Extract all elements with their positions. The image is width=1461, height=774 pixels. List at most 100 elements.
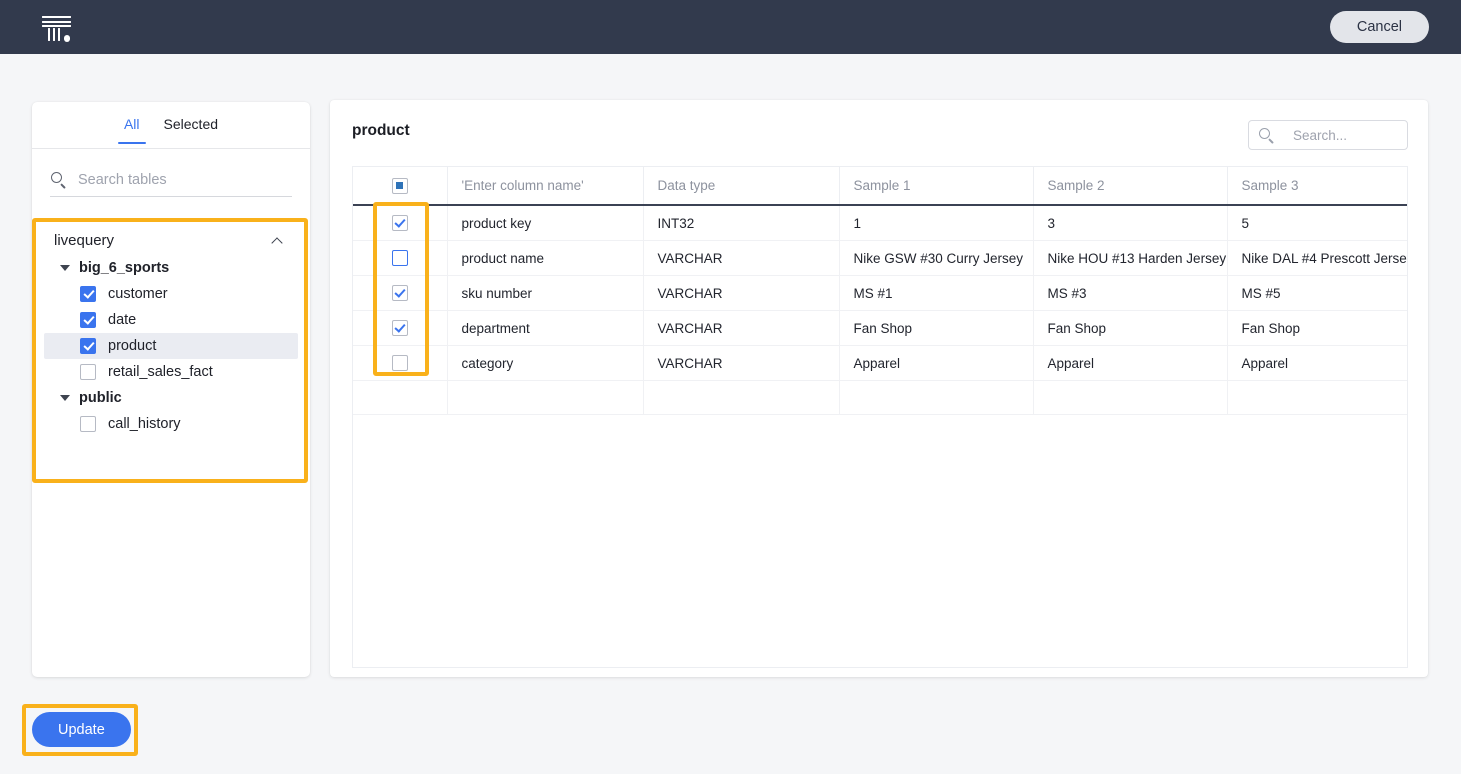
schema-label: public [79, 390, 122, 406]
table-item-customer[interactable]: customer [44, 281, 298, 307]
search-tables-row[interactable]: Search tables [50, 163, 292, 197]
table-checkbox-product[interactable] [80, 338, 96, 354]
table-label: call_history [108, 416, 181, 432]
table-row[interactable]: product key INT32 1 3 5 [353, 205, 1407, 241]
panel-tabs: All Selected [32, 102, 310, 149]
row-checkbox[interactable] [391, 215, 408, 231]
caret-down-icon [60, 395, 70, 401]
cell-sample3: Apparel [1227, 345, 1407, 381]
table-row[interactable]: category VARCHAR Apparel Apparel Apparel [353, 345, 1407, 381]
table-item-retail-sales-fact[interactable]: retail_sales_fact [44, 359, 298, 385]
empty-cell [1033, 380, 1228, 415]
cell-sample2: Fan Shop [1033, 310, 1228, 346]
cell-data-type: VARCHAR [643, 310, 840, 346]
search-tables-input[interactable]: Search tables [78, 172, 167, 188]
grid-header-row: 'Enter column name' Data type Sample 1 S… [353, 166, 1407, 206]
cell-column-name: category [447, 345, 644, 381]
row-select-cell[interactable] [353, 205, 448, 241]
table-checkbox-call-history[interactable] [80, 416, 96, 432]
tree-root-livequery[interactable]: livequery [44, 226, 298, 255]
cell-column-name: sku number [447, 275, 644, 311]
table-row[interactable]: product name VARCHAR Nike GSW #30 Curry … [353, 240, 1407, 276]
cell-sample1: Apparel [839, 345, 1034, 381]
cell-sample1: MS #1 [839, 275, 1034, 311]
app-root: Cancel All Selected Search tables livequ… [0, 0, 1461, 774]
schema-label: big_6_sports [79, 260, 170, 276]
caret-down-icon [60, 265, 70, 271]
cell-column-name: product name [447, 240, 644, 276]
column-selector-panel: product Search... 'Enter column name' Da… [330, 100, 1428, 677]
row-select-cell[interactable] [353, 310, 448, 346]
empty-cell [839, 380, 1034, 415]
table-checkbox-customer[interactable] [80, 286, 96, 302]
row-select-cell[interactable] [353, 345, 448, 381]
cancel-button[interactable]: Cancel [1329, 11, 1429, 43]
columns-grid: 'Enter column name' Data type Sample 1 S… [353, 166, 1407, 415]
table-label: retail_sales_fact [108, 364, 213, 380]
cell-sample3: MS #5 [1227, 275, 1407, 311]
cell-sample1: 1 [839, 205, 1034, 241]
table-label: date [108, 312, 137, 328]
cell-sample3: Fan Shop [1227, 310, 1407, 346]
search-icon [1258, 127, 1275, 144]
search-icon [50, 171, 67, 189]
cell-sample1: Nike GSW #30 Curry Jersey [839, 240, 1034, 276]
cell-column-name: product key [447, 205, 644, 241]
column-header-sample3[interactable]: Sample 3 [1227, 166, 1407, 206]
database-tree: livequery big_6_sports customer date pro… [44, 226, 298, 437]
select-all-header[interactable] [353, 166, 448, 206]
tables-panel: All Selected Search tables livequery big… [32, 102, 310, 677]
column-header-datatype[interactable]: Data type [643, 166, 840, 206]
cell-sample2: Nike HOU #13 Harden Jersey [1033, 240, 1228, 276]
empty-cell [447, 380, 644, 415]
schema-big-6-sports[interactable]: big_6_sports [44, 255, 298, 281]
cell-column-name: department [447, 310, 644, 346]
table-item-date[interactable]: date [44, 307, 298, 333]
column-header-sample1[interactable]: Sample 1 [839, 166, 1034, 206]
table-row-empty [353, 380, 1407, 415]
column-header-sample2[interactable]: Sample 2 [1033, 166, 1228, 206]
tab-selected[interactable]: Selected [152, 102, 230, 144]
cell-data-type: VARCHAR [643, 345, 840, 381]
empty-cell [643, 380, 840, 415]
row-checkbox[interactable] [391, 250, 408, 266]
column-header-name[interactable]: 'Enter column name' [447, 166, 644, 206]
top-bar: Cancel [0, 0, 1461, 54]
table-label: customer [108, 286, 168, 302]
cell-sample2: 3 [1033, 205, 1228, 241]
cell-sample3: Nike DAL #4 Prescott Jersey [1227, 240, 1407, 276]
table-label: product [108, 338, 157, 354]
schema-public[interactable]: public [44, 385, 298, 411]
row-select-cell[interactable] [353, 240, 448, 276]
row-checkbox[interactable] [391, 320, 408, 336]
tab-all[interactable]: All [112, 102, 152, 144]
cell-sample2: Apparel [1033, 345, 1228, 381]
cell-sample1: Fan Shop [839, 310, 1034, 346]
row-checkbox[interactable] [391, 285, 408, 301]
cell-data-type: INT32 [643, 205, 840, 241]
columns-grid-wrapper: 'Enter column name' Data type Sample 1 S… [352, 166, 1408, 668]
empty-cell [1227, 380, 1407, 415]
select-all-checkbox[interactable] [391, 177, 408, 194]
table-item-product[interactable]: product [44, 333, 298, 359]
empty-cell [353, 380, 448, 415]
table-row[interactable]: sku number VARCHAR MS #1 MS #3 MS #5 [353, 275, 1407, 311]
row-checkbox[interactable] [391, 355, 408, 371]
cell-sample3: 5 [1227, 205, 1407, 241]
tree-root-label: livequery [54, 232, 115, 249]
grid-body: product key INT32 1 3 5 product name VAR… [353, 205, 1407, 415]
chevron-up-icon[interactable] [271, 234, 284, 247]
table-row[interactable]: department VARCHAR Fan Shop Fan Shop Fan… [353, 310, 1407, 346]
table-checkbox-date[interactable] [80, 312, 96, 328]
update-button[interactable]: Update [32, 712, 131, 747]
table-checkbox-retail-sales-fact[interactable] [80, 364, 96, 380]
search-columns-row[interactable]: Search... [1248, 120, 1408, 150]
search-columns-input[interactable]: Search... [1293, 128, 1347, 143]
treasure-data-logo-icon [40, 10, 74, 44]
table-item-call-history[interactable]: call_history [44, 411, 298, 437]
row-select-cell[interactable] [353, 275, 448, 311]
cell-data-type: VARCHAR [643, 275, 840, 311]
page-title: product [352, 122, 410, 139]
cell-sample2: MS #3 [1033, 275, 1228, 311]
cell-data-type: VARCHAR [643, 240, 840, 276]
